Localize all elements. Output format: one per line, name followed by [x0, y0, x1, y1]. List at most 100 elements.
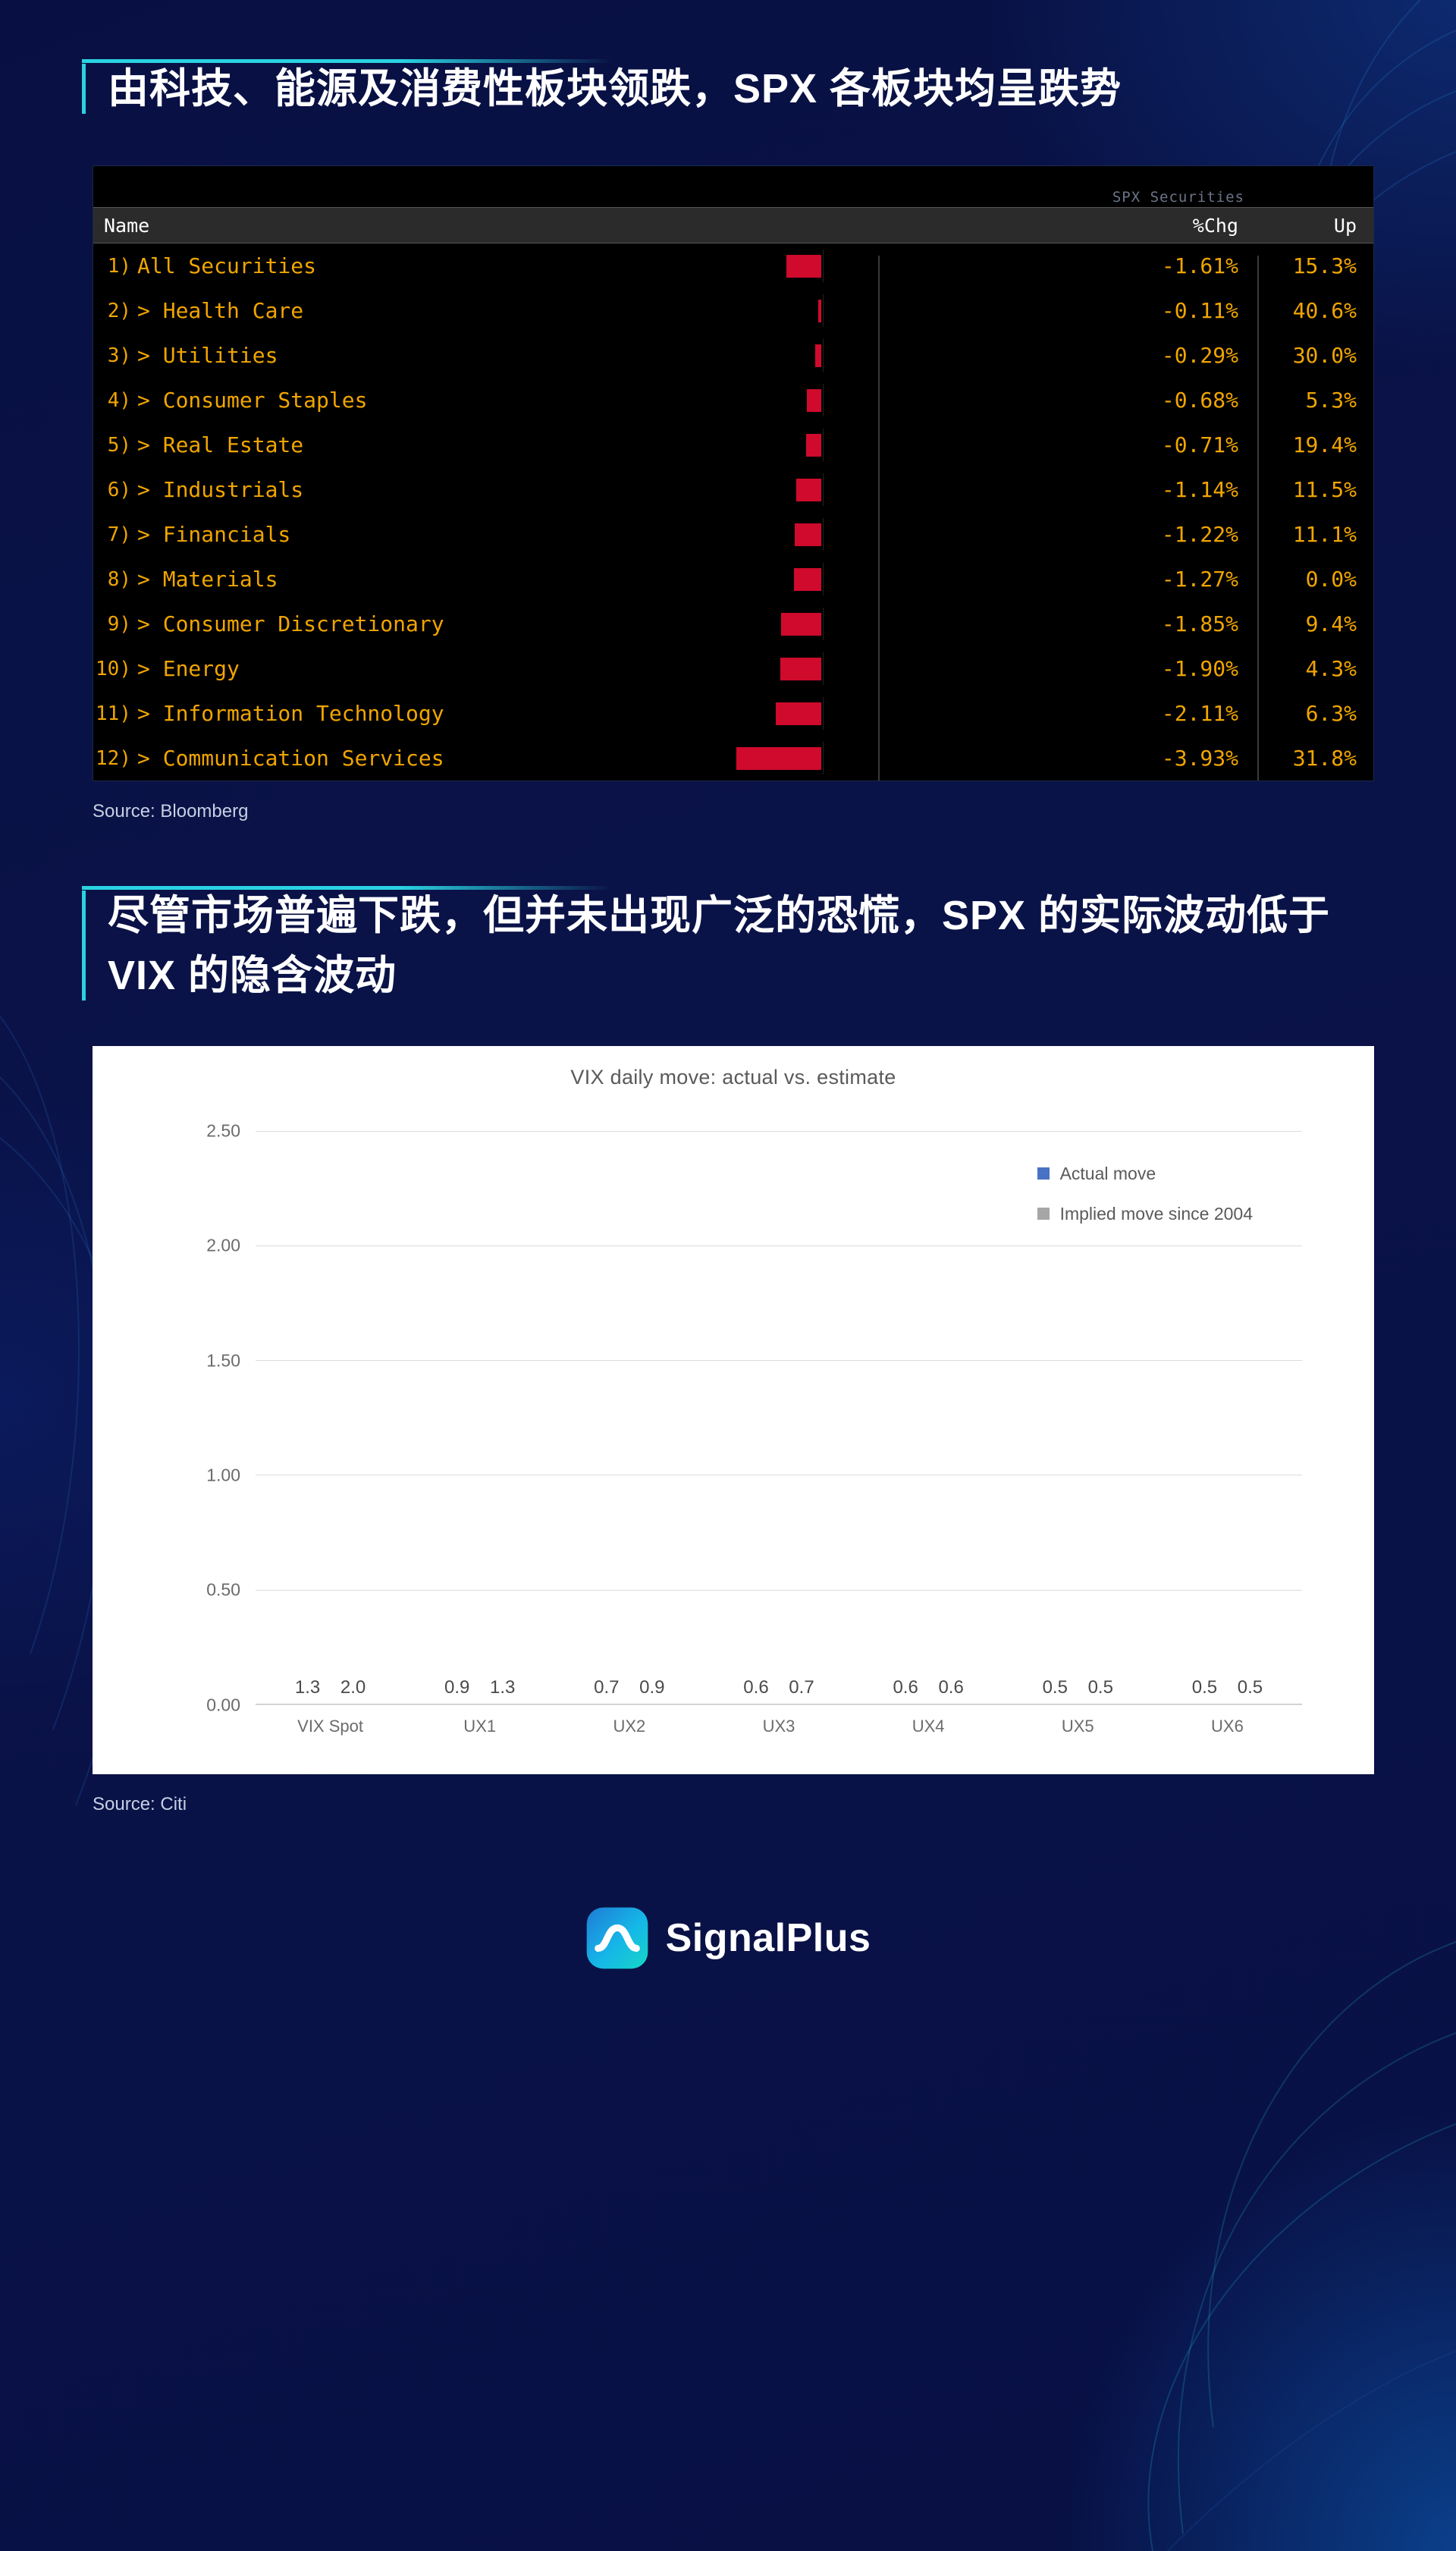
table-row[interactable]: 5) > Real Estate -0.71% 19.4% — [93, 423, 1373, 468]
bar-zero-tick — [823, 429, 824, 462]
section-2-title: 尽管市场普遍下跌，但并未出现广泛的恐慌，SPX 的实际波动低于 VIX 的隐含波… — [108, 893, 1331, 998]
row-bar-cell — [776, 512, 882, 558]
bar-value-label: 2.0 — [340, 1676, 366, 1698]
row-change-bar — [781, 612, 821, 636]
table-header-row: Name %Chg Up — [93, 207, 1373, 244]
row-pct-change: -1.22% — [1161, 522, 1238, 548]
row-up-pct: 0.0% — [1305, 567, 1357, 592]
row-name: > Health Care — [137, 298, 304, 324]
y-gridline: 0.00 — [206, 1695, 1302, 1714]
bar-group: 0.9 1.3 UX1 — [405, 1131, 554, 1736]
row-bar-cell — [776, 333, 882, 379]
heading-top-rule-2 — [82, 886, 613, 891]
row-pct-change: -0.71% — [1161, 432, 1238, 458]
bar-zero-tick — [823, 518, 824, 551]
row-pct-change: -0.68% — [1161, 388, 1238, 413]
row-name: > Utilities — [137, 343, 278, 369]
bar-group: 0.5 0.5 UX6 — [1153, 1131, 1302, 1736]
vix-chart-panel: VIX daily move: actual vs. estimate Actu… — [93, 1045, 1374, 1774]
row-bar-cell — [776, 243, 882, 289]
row-index: 10) — [96, 657, 131, 680]
row-change-bar — [794, 567, 821, 591]
bar-zero-tick — [823, 339, 824, 372]
row-name: > Consumer Discretionary — [137, 611, 444, 637]
chart-plot-area: 1.3 2.0 VIX Spot 0.9 1.3 UX1 0.7 0.9 UX2 0.6 0.7 UX… — [206, 1120, 1302, 1736]
row-bar-cell — [736, 736, 882, 781]
bar-value-label: 0.9 — [444, 1676, 470, 1698]
bar-zero-tick — [823, 652, 824, 686]
section-1-title: 由科技、能源及消费性板块领跌，SPX 各板块均呈跌势 — [108, 66, 1122, 112]
table-row[interactable]: 12) > Communication Services -3.93% 31.8% — [93, 736, 1373, 781]
row-name: > Materials — [137, 567, 278, 592]
row-up-pct: 40.6% — [1292, 298, 1357, 324]
bar-zero-tick — [823, 608, 824, 641]
table-row[interactable]: 4) > Consumer Staples -0.68% 5.3% — [93, 378, 1373, 423]
x-axis-tick-label: UX6 — [1211, 1716, 1244, 1736]
row-pct-change: -0.11% — [1161, 298, 1238, 324]
bar-value-label: 0.7 — [594, 1676, 620, 1698]
y-axis-tick-label: 2.50 — [206, 1120, 240, 1141]
bar-zero-tick — [823, 697, 824, 730]
row-up-pct: 31.8% — [1292, 746, 1357, 771]
row-index: 3) — [107, 344, 131, 367]
row-index: 11) — [96, 702, 131, 725]
table-row[interactable]: 10) > Energy -1.90% 4.3% — [93, 646, 1373, 692]
bar-value-label: 0.5 — [1087, 1676, 1113, 1698]
table-top-strip: SPX Securities — [93, 166, 1373, 208]
table-row[interactable]: 8) > Materials -1.27% 0.0% — [93, 557, 1373, 602]
row-change-bar — [818, 299, 821, 322]
row-index: 9) — [107, 612, 131, 636]
x-axis-tick-label: UX3 — [762, 1716, 795, 1736]
bar-value-label: 0.9 — [639, 1676, 665, 1698]
chart-title: VIX daily move: actual vs. estimate — [570, 1065, 896, 1089]
bar-value-label: 0.6 — [893, 1676, 918, 1698]
row-bar-cell — [776, 423, 882, 468]
row-index: 12) — [96, 746, 131, 770]
bar-group: 1.3 2.0 VIX Spot — [256, 1131, 405, 1736]
row-up-pct: 9.4% — [1305, 611, 1357, 637]
row-name: > Information Technology — [137, 701, 444, 727]
table-row[interactable]: 6) > Industrials -1.14% 11.5% — [93, 467, 1373, 513]
row-name: > Financials — [137, 522, 291, 548]
row-pct-change: -1.14% — [1161, 477, 1238, 503]
row-index: 7) — [107, 523, 131, 546]
row-name: > Consumer Staples — [137, 388, 368, 413]
bar-value-label: 0.6 — [938, 1676, 964, 1698]
chart-bar-groups: 1.3 2.0 VIX Spot 0.9 1.3 UX1 0.7 0.9 UX2 0.6 0.7 UX… — [256, 1131, 1302, 1736]
table-body: 1) All Securities -1.61% 15.3% 2) > Health Ca… — [93, 243, 1373, 781]
row-up-pct: 19.4% — [1292, 432, 1357, 458]
table-row[interactable]: 9) > Consumer Discretionary -1.85% 9.4% — [93, 602, 1373, 647]
row-bar-cell — [776, 288, 882, 334]
signalplus-logo-icon — [586, 1907, 648, 1969]
bar-zero-tick — [823, 250, 824, 283]
row-name: > Communication Services — [137, 746, 444, 771]
bar-value-label: 0.7 — [789, 1676, 814, 1698]
section-1-heading: 由科技、能源及消费性板块领跌，SPX 各板块均呈跌势 — [82, 59, 1395, 118]
row-pct-change: -3.93% — [1161, 746, 1238, 771]
row-name: > Real Estate — [137, 432, 304, 458]
row-name: > Industrials — [137, 477, 304, 503]
row-change-bar — [795, 523, 821, 546]
bar-zero-tick — [823, 294, 824, 328]
bar-value-label: 1.3 — [294, 1676, 321, 1698]
table-row[interactable]: 3) > Utilities -0.29% 30.0% — [93, 333, 1373, 379]
row-bar-cell — [776, 691, 882, 737]
table-row[interactable]: 2) > Health Care -0.11% 40.6% — [93, 288, 1373, 334]
row-name: All Securities — [137, 253, 317, 279]
bar-group: 0.5 0.5 UX5 — [1003, 1131, 1153, 1736]
column-header-name: Name — [104, 214, 150, 237]
section-2-heading: 尽管市场普遍下跌，但并未出现广泛的恐慌，SPX 的实际波动低于 VIX 的隐含波… — [82, 886, 1395, 1005]
bar-group: 0.6 0.7 UX3 — [704, 1131, 853, 1736]
bar-group: 0.7 0.9 UX2 — [554, 1131, 704, 1736]
table-row[interactable]: 11) > Information Technology -2.11% 6.3% — [93, 691, 1373, 737]
row-index: 2) — [107, 299, 131, 322]
row-pct-change: -0.29% — [1161, 343, 1238, 369]
y-axis-tick-label: 1.00 — [206, 1465, 240, 1485]
table-row[interactable]: 7) > Financials -1.22% 11.1% — [93, 512, 1373, 558]
row-index: 8) — [107, 567, 131, 591]
y-axis-tick-label: 0.50 — [206, 1579, 240, 1600]
bar-zero-tick — [823, 563, 824, 596]
table-row[interactable]: 1) All Securities -1.61% 15.3% — [93, 243, 1373, 289]
row-pct-change: -2.11% — [1161, 701, 1238, 727]
bloomberg-sector-table: SPX Securities Name %Chg Up 1) All Securi… — [93, 165, 1374, 782]
